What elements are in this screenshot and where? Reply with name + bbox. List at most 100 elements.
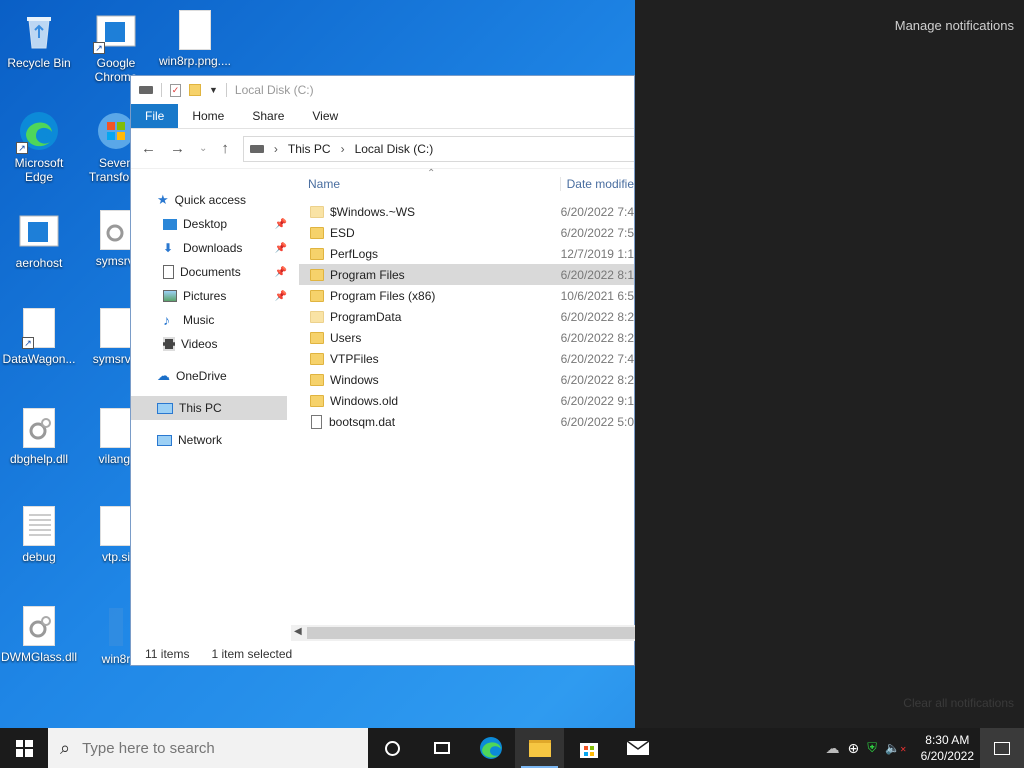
dwmglass-desktop-icon[interactable]: DWMGlass.dll <box>0 600 78 664</box>
notifications-button[interactable] <box>980 728 1024 768</box>
taskbar-edge-button[interactable] <box>466 728 515 768</box>
tab-home[interactable]: Home <box>178 104 238 128</box>
task-view-button[interactable] <box>417 728 466 768</box>
nav-item-label: Downloads <box>183 241 243 255</box>
new-folder-icon[interactable] <box>189 84 201 96</box>
taskbar-file-explorer-button[interactable] <box>515 728 564 768</box>
file-row[interactable]: ESD 6/20/2022 7:5 <box>299 222 634 243</box>
nav-item-label: Desktop <box>183 217 228 231</box>
file-row[interactable]: $Windows.~WS 6/20/2022 7:4 <box>299 201 634 222</box>
search-icon: ⌕ <box>60 737 71 758</box>
text-file-icon <box>23 506 55 546</box>
taskbar-store-button[interactable] <box>564 728 613 768</box>
volume-muted-icon[interactable]: 🔈✕ <box>885 741 907 755</box>
aerohost-desktop-icon[interactable]: aerohost <box>0 204 78 270</box>
column-header-name[interactable]: Name <box>299 177 560 191</box>
search-box[interactable]: ⌕ <box>48 728 368 768</box>
file-row[interactable]: VTPFiles 6/20/2022 7:4 <box>299 348 634 369</box>
security-shield-icon[interactable]: ⛨ <box>867 740 877 756</box>
folder-icon <box>310 289 324 302</box>
file-row[interactable]: Program Files (x86) 10/6/2021 6:5 <box>299 285 634 306</box>
debug-desktop-icon[interactable]: debug <box>0 500 78 564</box>
folder-icon <box>310 247 324 260</box>
column-header-date-modified[interactable]: Date modifie <box>559 177 634 191</box>
nav-item-pictures[interactable]: Pictures 📌 <box>131 284 291 308</box>
dbghelp-desktop-icon[interactable]: dbghelp.dll <box>0 402 78 466</box>
win8rp-png-desktop-icon[interactable]: win8rp.png.... <box>156 4 234 68</box>
nav-item-downloads[interactable]: ⬇ Downloads 📌 <box>131 236 291 260</box>
file-date: 12/7/2019 1:1 <box>560 246 634 261</box>
pin-icon: 📌 <box>274 266 287 278</box>
cortana-button[interactable] <box>368 728 417 768</box>
tab-view[interactable]: View <box>298 104 352 128</box>
recycle-bin-desktop-icon[interactable]: Recycle Bin <box>0 4 78 70</box>
taskbar-mail-button[interactable] <box>613 728 662 768</box>
pin-icon: 📌 <box>274 242 287 254</box>
file-row[interactable]: Users 6/20/2022 8:2 <box>299 327 634 348</box>
breadcrumb-separator-icon[interactable]: › <box>341 142 345 156</box>
file-row[interactable]: bootsqm.dat 6/20/2022 5:0 <box>299 411 634 432</box>
recent-locations-chevron-icon[interactable]: ⌄ <box>199 143 207 154</box>
pictures-icon <box>163 290 177 302</box>
properties-icon[interactable]: ✓ <box>170 83 181 97</box>
recycle-bin-icon <box>18 10 60 52</box>
up-arrow-icon[interactable]: ↑ <box>221 140 229 157</box>
music-note-icon: ♪ <box>163 312 170 328</box>
nav-item-videos[interactable]: Videos <box>131 332 291 356</box>
forward-arrow-icon[interactable]: → <box>170 140 185 157</box>
quick-access-toolbar-dropdown-icon[interactable]: ▼ <box>209 85 218 95</box>
nav-item-network[interactable]: Network <box>131 428 291 452</box>
file-icon <box>100 408 132 448</box>
back-arrow-icon[interactable]: ← <box>141 140 156 157</box>
folder-icon <box>310 394 324 407</box>
desktop-icon-label: dbghelp.dll <box>9 452 69 466</box>
start-button[interactable] <box>0 728 48 768</box>
tab-file[interactable]: File <box>131 104 179 128</box>
address-box[interactable]: › This PC › Local Disk (C:) <box>242 135 634 162</box>
system-clock[interactable]: 8:30 AM 6/20/2022 <box>915 732 980 764</box>
nav-item-label: This PC <box>179 401 222 415</box>
file-name: Users <box>330 330 362 345</box>
nav-item-this-pc[interactable]: This PC <box>131 396 287 420</box>
search-input[interactable] <box>82 739 323 757</box>
desktop-icon-label: win8rp.png.... <box>158 54 232 68</box>
nav-item-onedrive[interactable]: ☁ OneDrive <box>131 364 291 388</box>
google-chrome-desktop-icon[interactable]: ↗ Google Chrome <box>77 4 155 84</box>
microsoft-edge-desktop-icon[interactable]: ↗ Microsoft Edge <box>0 104 78 184</box>
drive-icon <box>249 144 264 153</box>
file-row[interactable]: Windows.old 6/20/2022 9:1 <box>299 390 634 411</box>
film-icon <box>163 337 175 351</box>
nav-item-desktop[interactable]: Desktop 📌 <box>131 212 291 236</box>
horizontal-scrollbar[interactable]: ◀ <box>291 625 636 641</box>
onedrive-cloud-icon[interactable]: ☁ <box>825 740 839 757</box>
desktop-icon-label: DWMGlass.dll <box>0 650 77 664</box>
nav-item-quick-access[interactable]: ★ Quick access <box>131 188 291 212</box>
file-row[interactable]: ProgramData 6/20/2022 8:2 <box>299 306 634 327</box>
window-title: Local Disk (C:) <box>234 83 314 97</box>
nav-item-music[interactable]: ♪ Music <box>131 308 291 332</box>
language-globe-icon[interactable]: ⊕ <box>847 740 859 757</box>
breadcrumb-this-pc[interactable]: This PC <box>288 142 331 156</box>
clock-date: 6/20/2022 <box>920 749 974 763</box>
file-row[interactable]: Windows 6/20/2022 8:2 <box>299 369 634 390</box>
clear-all-notifications-link[interactable]: Clear all notifications <box>903 696 1014 710</box>
download-arrow-icon: ⬇ <box>163 241 174 255</box>
clock-time: 8:30 AM <box>925 733 970 747</box>
file-row-selected[interactable]: Program Files 6/20/2022 8:1 <box>299 264 634 285</box>
desktop-icon-label: debug <box>22 550 56 564</box>
file-row[interactable]: PerfLogs 12/7/2019 1:1 <box>299 243 634 264</box>
datawagon-desktop-icon[interactable]: ↗ DataWagon... <box>0 302 78 366</box>
nav-item-documents[interactable]: Documents 📌 <box>131 260 291 284</box>
desktop-icon-label: DataWagon... <box>2 352 76 366</box>
nav-item-label: Videos <box>181 337 218 351</box>
breadcrumb-local-disk[interactable]: Local Disk (C:) <box>355 142 434 156</box>
nav-item-label: Quick access <box>174 193 247 207</box>
folder-icon <box>310 268 324 281</box>
tab-share[interactable]: Share <box>238 104 298 128</box>
breadcrumb-separator-icon[interactable]: › <box>274 142 278 156</box>
store-bag-icon <box>579 743 598 758</box>
star-icon: ★ <box>157 192 169 207</box>
scrollbar-thumb[interactable] <box>307 627 636 639</box>
manage-notifications-link[interactable]: Manage notifications <box>895 18 1014 33</box>
scroll-left-arrow-icon[interactable]: ◀ <box>294 626 302 637</box>
